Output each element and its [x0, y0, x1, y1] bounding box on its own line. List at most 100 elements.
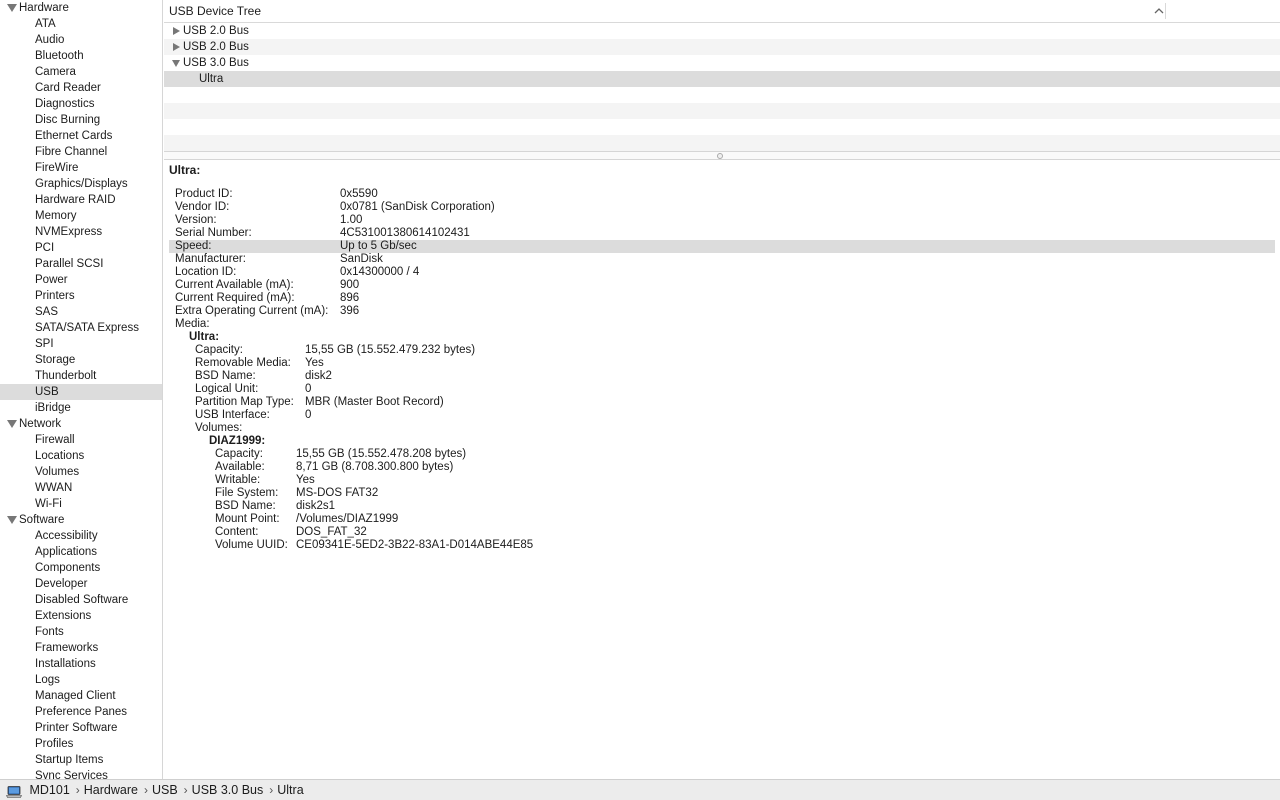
breadcrumb-item[interactable]: MD101 — [29, 780, 69, 800]
property-value: 15,55 GB (15.552.479.232 bytes) — [305, 344, 476, 356]
tree-row[interactable]: USB 2.0 Bus — [164, 39, 1280, 55]
property-value: 0 — [305, 409, 312, 421]
sidebar-item-pci[interactable]: PCI — [0, 240, 162, 256]
sidebar-item-installations[interactable]: Installations — [0, 656, 162, 672]
sidebar-item-startup-items[interactable]: Startup Items — [0, 752, 162, 768]
sidebar-item-disc-burning[interactable]: Disc Burning — [0, 112, 162, 128]
sidebar-item-sata-sata-express[interactable]: SATA/SATA Express — [0, 320, 162, 336]
property-value: Up to 5 Gb/sec — [340, 240, 417, 252]
tree-row[interactable]: Ultra — [164, 71, 1280, 87]
sidebar-item-accessibility[interactable]: Accessibility — [0, 528, 162, 544]
disclosure-triangle-icon[interactable] — [7, 420, 17, 428]
tree-row[interactable]: USB 3.0 Bus — [164, 55, 1280, 71]
sidebar-item-memory[interactable]: Memory — [0, 208, 162, 224]
property-key: Volumes: — [195, 422, 243, 434]
sidebar-item-developer[interactable]: Developer — [0, 576, 162, 592]
tree-row[interactable]: USB 2.0 Bus — [164, 23, 1280, 39]
sidebar-item-printers[interactable]: Printers — [0, 288, 162, 304]
disclosure-triangle-icon[interactable] — [7, 516, 17, 524]
column-divider[interactable] — [1165, 3, 1166, 19]
sidebar-item-usb[interactable]: USB — [0, 384, 162, 400]
sidebar-item-diagnostics[interactable]: Diagnostics — [0, 96, 162, 112]
breadcrumb-item[interactable]: USB — [152, 780, 178, 800]
property-key: Extra Operating Current (mA): — [175, 305, 329, 317]
property-key: Manufacturer: — [175, 253, 246, 265]
sidebar-item-fonts[interactable]: Fonts — [0, 624, 162, 640]
sidebar-item-bluetooth[interactable]: Bluetooth — [0, 48, 162, 64]
sidebar-item-power[interactable]: Power — [0, 272, 162, 288]
sidebar-item-extensions[interactable]: Extensions — [0, 608, 162, 624]
sidebar-item-wi-fi[interactable]: Wi-Fi — [0, 496, 162, 512]
sidebar-item-card-reader[interactable]: Card Reader — [0, 80, 162, 96]
tree-row-empty — [164, 87, 1280, 103]
disclosure-down-icon[interactable] — [172, 60, 180, 67]
sidebar-item-applications[interactable]: Applications — [0, 544, 162, 560]
volume-title: DIAZ1999: — [209, 435, 266, 447]
sidebar-item-profiles[interactable]: Profiles — [0, 736, 162, 752]
property-value: CE09341E-5ED2-3B22-83A1-D014ABE44E85 — [296, 539, 534, 551]
disclosure-triangle-icon[interactable] — [7, 4, 17, 12]
sidebar-item-components[interactable]: Components — [0, 560, 162, 576]
property-key: Current Required (mA): — [175, 292, 295, 304]
breadcrumb-item[interactable]: Ultra — [277, 780, 303, 800]
sidebar-item-parallel-scsi[interactable]: Parallel SCSI — [0, 256, 162, 272]
property-key: Logical Unit: — [195, 383, 259, 395]
media-title: Ultra: — [189, 331, 220, 343]
sidebar-item-nvmexpress[interactable]: NVMExpress — [0, 224, 162, 240]
tree-title: USB Device Tree — [169, 4, 262, 18]
tree-row-label: USB 3.0 Bus — [183, 57, 249, 69]
property-key: Capacity: — [215, 448, 263, 460]
sidebar-item-firewall[interactable]: Firewall — [0, 432, 162, 448]
sidebar-item-printer-software[interactable]: Printer Software — [0, 720, 162, 736]
sidebar-item-volumes[interactable]: Volumes — [0, 464, 162, 480]
property-key: Speed: — [175, 240, 212, 252]
sidebar-item-firewire[interactable]: FireWire — [0, 160, 162, 176]
sidebar-item-thunderbolt[interactable]: Thunderbolt — [0, 368, 162, 384]
sidebar-item-logs[interactable]: Logs — [0, 672, 162, 688]
property-key: Vendor ID: — [175, 201, 230, 213]
sidebar-item-spi[interactable]: SPI — [0, 336, 162, 352]
breadcrumb-item[interactable]: Hardware — [84, 780, 138, 800]
breadcrumb-separator-icon: › — [75, 783, 80, 797]
tree-row-label: USB 2.0 Bus — [183, 25, 249, 37]
sidebar-group-hardware[interactable]: Hardware — [0, 0, 162, 16]
property-value: 4C531001380614102431 — [340, 227, 470, 239]
sidebar-group-software[interactable]: Software — [0, 512, 162, 528]
sidebar-item-sync-services[interactable]: Sync Services — [0, 768, 162, 779]
breadcrumb-item[interactable]: USB 3.0 Bus — [192, 780, 264, 800]
path-bar: MD101 › Hardware › USB › USB 3.0 Bus › Ultra — [0, 779, 1280, 800]
split-handle[interactable] — [164, 151, 1280, 160]
tree-header[interactable]: USB Device Tree — [164, 0, 1280, 23]
sidebar-item-managed-client[interactable]: Managed Client — [0, 688, 162, 704]
disclosure-right-icon[interactable] — [173, 43, 180, 51]
tree-row-empty — [164, 119, 1280, 135]
property-key: Serial Number: — [175, 227, 252, 239]
sidebar-item-hardware-raid[interactable]: Hardware RAID — [0, 192, 162, 208]
breadcrumb-separator-icon: › — [143, 783, 148, 797]
sidebar-item-storage[interactable]: Storage — [0, 352, 162, 368]
sidebar-item-camera[interactable]: Camera — [0, 64, 162, 80]
sidebar-item-locations[interactable]: Locations — [0, 448, 162, 464]
detail-title: Ultra: — [169, 163, 201, 177]
sidebar-item-audio[interactable]: Audio — [0, 32, 162, 48]
selected-row-highlight — [169, 240, 1275, 253]
property-key: Capacity: — [195, 344, 243, 356]
sidebar-item-ibridge[interactable]: iBridge — [0, 400, 162, 416]
property-value: 396 — [340, 305, 360, 317]
sidebar-item-preference-panes[interactable]: Preference Panes — [0, 704, 162, 720]
sidebar-item-disabled-software[interactable]: Disabled Software — [0, 592, 162, 608]
property-value: MS-DOS FAT32 — [296, 487, 379, 499]
sidebar-item-frameworks[interactable]: Frameworks — [0, 640, 162, 656]
sidebar-group-network[interactable]: Network — [0, 416, 162, 432]
sidebar-item-sas[interactable]: SAS — [0, 304, 162, 320]
sidebar-item-wwan[interactable]: WWAN — [0, 480, 162, 496]
split-grip-icon[interactable] — [717, 153, 723, 159]
disclosure-right-icon[interactable] — [173, 27, 180, 35]
sort-chevron-up-icon[interactable] — [1152, 4, 1166, 18]
sidebar-item-fibre-channel[interactable]: Fibre Channel — [0, 144, 162, 160]
property-value: 8,71 GB (8.708.300.800 bytes) — [296, 461, 454, 473]
sidebar-item-ata[interactable]: ATA — [0, 16, 162, 32]
sidebar-item-graphics-displays[interactable]: Graphics/Displays — [0, 176, 162, 192]
sidebar-item-ethernet-cards[interactable]: Ethernet Cards — [0, 128, 162, 144]
property-key: Volume UUID: — [215, 539, 288, 551]
